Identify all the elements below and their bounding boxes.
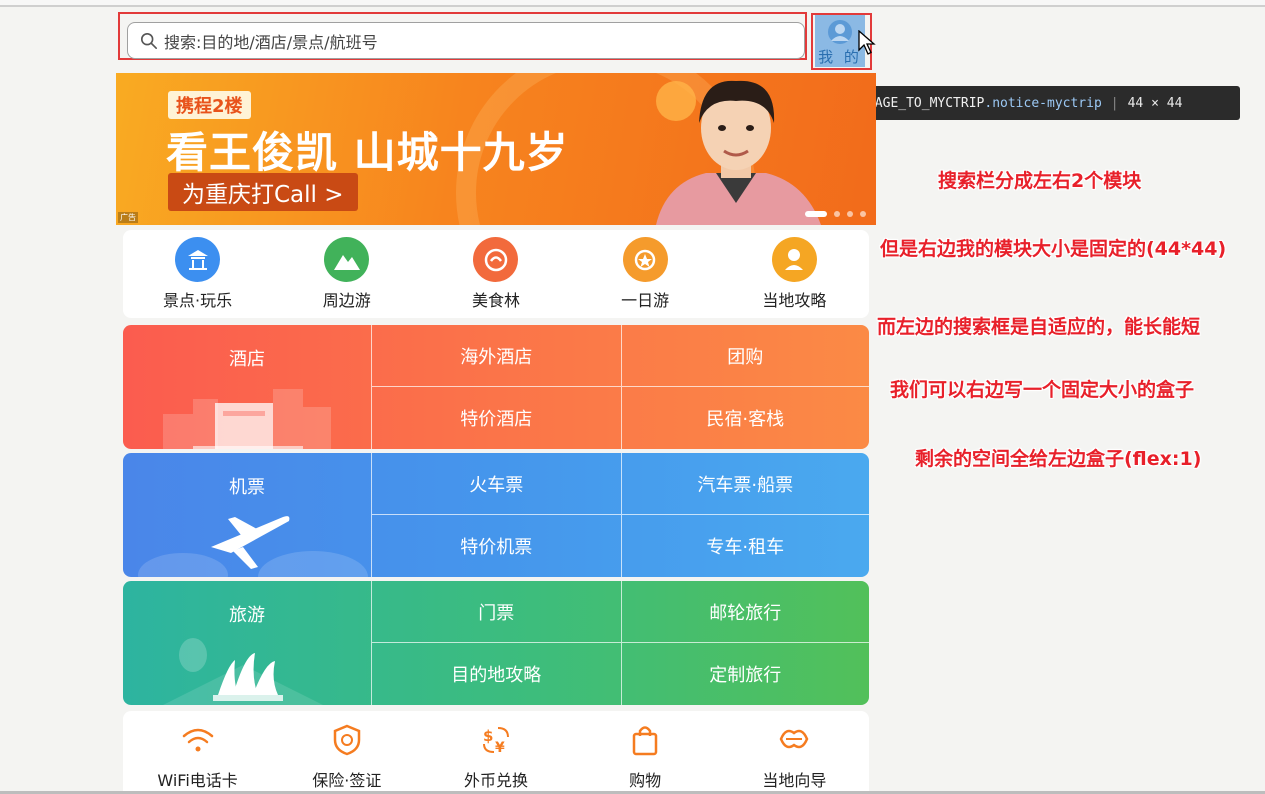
- my-ctrip-label: 我 的: [818, 48, 862, 66]
- annotation-note: 但是右边我的模块大小是固定的(44*44): [880, 238, 1227, 260]
- flight-main-label: 机票: [229, 477, 265, 498]
- grid-cell-cruise[interactable]: 邮轮旅行: [620, 581, 869, 643]
- shield-icon: [330, 723, 364, 757]
- banner-tag: 携程2楼: [168, 91, 251, 119]
- temple-icon: [175, 237, 221, 282]
- mouse-cursor-icon: [858, 30, 876, 55]
- grid-cell-custom-travel[interactable]: 定制旅行: [620, 643, 870, 705]
- wifi-icon: [181, 723, 215, 757]
- grid-cell-group-buy[interactable]: 团购: [620, 325, 869, 387]
- banner-title: 看王俊凯 山城十九岁: [166, 128, 569, 177]
- grid-cell-discount-hotel[interactable]: 特价酒店: [372, 387, 621, 449]
- celebrity-portrait-image: [656, 80, 821, 225]
- annotation-note: 我们可以右边写一个固定大小的盒子: [890, 379, 1195, 401]
- service-wifi[interactable]: WiFi电话卡: [133, 723, 263, 791]
- svg-text:$: $: [483, 727, 493, 745]
- grid-cell-car-rental[interactable]: 专车·租车: [620, 515, 870, 577]
- hotel-building-icon: [163, 389, 331, 449]
- annotation-note: 而左边的搜索框是自适应的，能长能短: [877, 316, 1201, 338]
- quick-nav: 景点·玩乐 周边游 美食林 一日游 当地攻略: [123, 230, 869, 318]
- tooltip-dimensions: 44 × 44: [1127, 95, 1183, 111]
- annotation-note: 剩余的空间全给左边盒子(flex:1): [915, 448, 1202, 470]
- banner-pagination[interactable]: [805, 211, 866, 217]
- quick-nav-label: 一日游: [621, 291, 670, 310]
- quick-nav-daytrip[interactable]: 一日游: [585, 237, 705, 311]
- service-currency[interactable]: $ ¥ 外币兑换: [431, 723, 561, 791]
- grid-cell-discount-flight[interactable]: 特价机票: [372, 515, 621, 577]
- flight-main-tile[interactable]: 机票: [123, 453, 372, 577]
- travel-section: 旅游 门票 邮轮旅行 目的地攻略 定制旅行: [123, 581, 869, 705]
- service-label: 当地向导: [762, 771, 827, 790]
- svg-text:¥: ¥: [495, 740, 505, 756]
- quick-nav-nearby[interactable]: 周边游: [287, 237, 407, 311]
- opera-house-icon: [163, 638, 323, 705]
- hotel-main-label: 酒店: [229, 349, 265, 370]
- quick-nav-label: 景点·玩乐: [163, 291, 233, 310]
- services-bar: WiFi电话卡 保险·签证 $ ¥ 外币兑换 购物 当地向导: [123, 711, 869, 793]
- pagination-dot[interactable]: [847, 211, 853, 217]
- currency-exchange-icon: $ ¥: [479, 723, 513, 757]
- pagination-dot[interactable]: [834, 211, 840, 217]
- mountain-icon: [324, 237, 370, 282]
- service-insurance[interactable]: 保险·签证: [282, 723, 412, 791]
- tooltip-class: .notice-myctrip: [984, 95, 1102, 111]
- banner-cta-button[interactable]: 为重庆打Call >: [168, 173, 358, 211]
- grid-cell-train[interactable]: 火车票: [372, 453, 621, 515]
- grid-cell-tickets[interactable]: 门票: [372, 581, 621, 643]
- user-avatar-icon: [828, 20, 852, 44]
- airplane-icon: [138, 516, 368, 577]
- sun-icon: [622, 237, 668, 282]
- quick-nav-label: 当地攻略: [762, 291, 827, 310]
- promo-banner[interactable]: 携程2楼 看王俊凯 山城十九岁 为重庆打Call > 广告: [116, 73, 876, 225]
- guide-icon: [777, 723, 811, 757]
- banner-ad-label: 广告: [118, 212, 138, 223]
- search-icon: [140, 32, 158, 49]
- annotation-note: 搜索栏分成左右2个模块: [938, 170, 1142, 192]
- tooltip-separator: |: [1110, 95, 1119, 111]
- service-label: 购物: [629, 771, 662, 790]
- food-icon: [473, 237, 519, 282]
- quick-nav-guide[interactable]: 当地攻略: [734, 237, 854, 311]
- search-input[interactable]: 搜索:目的地/酒店/景点/航班号: [127, 22, 805, 59]
- hotel-main-tile[interactable]: 酒店: [123, 325, 372, 449]
- pagination-dot-active[interactable]: [805, 211, 827, 217]
- grid-cell-homestay[interactable]: 民宿·客栈: [620, 387, 870, 449]
- grid-cell-bus-ship[interactable]: 汽车票·船票: [620, 453, 869, 515]
- service-label: WiFi电话卡: [157, 771, 238, 790]
- service-shopping[interactable]: 购物: [580, 723, 710, 791]
- service-label: 外币兑换: [463, 771, 528, 790]
- pagination-dot[interactable]: [860, 211, 866, 217]
- quick-nav-sights[interactable]: 景点·玩乐: [138, 237, 258, 311]
- service-label: 保险·签证: [312, 771, 382, 790]
- shopping-bag-icon: [628, 723, 662, 757]
- browser-top-edge: [0, 0, 1265, 7]
- quick-nav-label: 周边游: [322, 291, 371, 310]
- grid-cell-destination-guide[interactable]: 目的地攻略: [372, 643, 621, 705]
- search-placeholder: 搜索:目的地/酒店/景点/航班号: [164, 32, 378, 52]
- travel-main-label: 旅游: [229, 605, 265, 626]
- hotel-section: 酒店 海外酒店 团购 特价酒店 民宿·客栈: [123, 325, 869, 449]
- quick-nav-food[interactable]: 美食林: [436, 237, 556, 311]
- quick-nav-label: 美食林: [471, 291, 520, 310]
- location-pin-icon: [771, 237, 817, 282]
- travel-main-tile[interactable]: 旅游: [123, 581, 372, 705]
- grid-cell-overseas-hotel[interactable]: 海外酒店: [372, 325, 621, 387]
- service-local-guide[interactable]: 当地向导: [729, 723, 859, 791]
- flight-section: 机票 火车票 汽车票·船票 特价机票 专车·租车: [123, 453, 869, 577]
